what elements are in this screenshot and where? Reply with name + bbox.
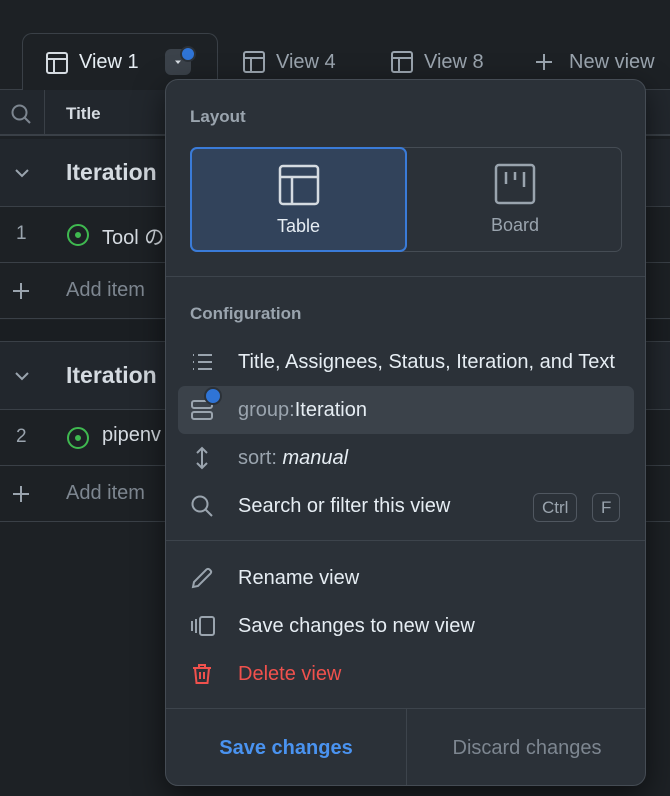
save-to-new-view-label: Save changes to new view — [238, 614, 475, 637]
plus-icon — [10, 280, 32, 302]
new-view-label: New view — [569, 50, 655, 73]
search-icon[interactable] — [10, 103, 32, 125]
shortcut-key-f: F — [592, 493, 621, 522]
plus-icon — [10, 483, 32, 505]
save-changes-button[interactable]: Save changes — [166, 709, 407, 785]
plus-icon — [533, 51, 555, 73]
group-name: Iteration — [66, 159, 157, 185]
table-icon — [45, 51, 69, 75]
rename-view-label: Rename view — [238, 566, 360, 589]
shortcut-key-ctrl: Ctrl — [533, 493, 578, 522]
unsaved-changes-indicator — [180, 46, 196, 62]
sort-icon — [190, 446, 226, 470]
menu-footer: Save changes Discard changes — [166, 708, 645, 785]
trash-icon — [190, 662, 226, 686]
title-column-header[interactable]: Title — [66, 104, 101, 124]
divider — [166, 540, 645, 541]
tab-label: View 8 — [424, 50, 484, 73]
tab-label: View 4 — [276, 50, 336, 73]
group-name: Iteration — [66, 362, 157, 388]
divider — [166, 276, 645, 277]
tab-label: View 1 — [79, 51, 139, 73]
view-options-menu: Layout Table Board Configuration Title, … — [165, 79, 646, 786]
rename-view-menu-item[interactable]: Rename view — [178, 554, 634, 602]
sort-prefix: sort: — [238, 446, 277, 469]
search-filter-label: Search or filter this view — [238, 494, 451, 517]
group-value: Iteration — [294, 398, 367, 421]
open-issue-icon — [66, 426, 90, 450]
search-icon — [190, 494, 226, 518]
layout-table-option[interactable]: Table — [190, 147, 407, 252]
delete-view-label: Delete view — [238, 662, 342, 685]
list-icon — [190, 350, 226, 374]
pencil-icon — [190, 566, 226, 590]
group-prefix: group: — [238, 398, 295, 421]
sort-value: manual — [282, 446, 349, 469]
search-filter-menu-item[interactable]: Search or filter this view Ctrl F — [178, 482, 634, 530]
table-icon — [390, 50, 414, 74]
item-title[interactable]: Tool の — [102, 221, 164, 250]
group-icon — [190, 387, 226, 423]
layout-section-label: Layout — [190, 107, 246, 126]
modified-indicator — [204, 387, 222, 405]
open-issue-icon — [66, 223, 90, 247]
fields-menu-item[interactable]: Title, Assignees, Status, Iteration, and… — [178, 338, 634, 386]
layout-selector: Table Board — [190, 147, 622, 252]
layout-table-label: Table — [276, 216, 321, 236]
item-title[interactable]: pipenv — [102, 424, 161, 447]
table-icon — [278, 164, 320, 206]
add-item-label: Add item — [66, 279, 145, 301]
view-tabs: View 1 View 4 View 8 New view — [0, 0, 670, 91]
row-number: 1 — [16, 223, 27, 244]
layout-board-label: Board — [490, 215, 540, 235]
chevron-down-icon[interactable] — [12, 163, 32, 183]
layout-board-option[interactable]: Board — [407, 148, 623, 251]
table-icon — [242, 50, 266, 74]
discard-changes-button[interactable]: Discard changes — [407, 709, 645, 785]
group-by-menu-item[interactable]: group:Iteration — [178, 386, 634, 434]
fields-label: Title, Assignees, Status, Iteration, and… — [238, 350, 615, 373]
sort-menu-item[interactable]: sort: manual — [178, 434, 634, 482]
delete-view-menu-item[interactable]: Delete view — [178, 650, 634, 698]
configuration-section-label: Configuration — [190, 304, 302, 323]
copy-view-icon — [190, 614, 226, 638]
add-item-label: Add item — [66, 482, 145, 504]
chevron-down-icon[interactable] — [12, 366, 32, 386]
board-icon — [494, 163, 536, 205]
save-to-new-view-menu-item[interactable]: Save changes to new view — [178, 602, 634, 650]
row-number: 2 — [16, 426, 27, 447]
column-divider — [44, 90, 45, 136]
